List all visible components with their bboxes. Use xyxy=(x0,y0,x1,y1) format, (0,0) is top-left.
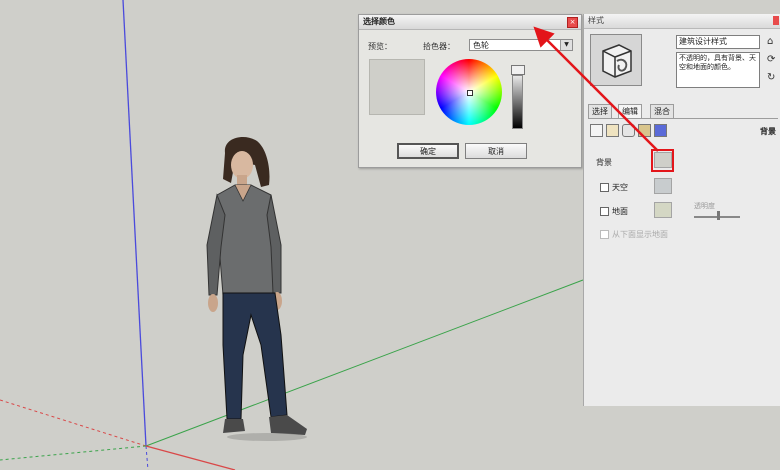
color-picker-dialog[interactable]: 选择颜色 × 预览： 拾色器： 色轮 ▼ 确定 取消 xyxy=(358,14,582,168)
ground-from-below-checkbox[interactable] xyxy=(600,230,609,239)
transparency-label: 透明度 xyxy=(694,202,715,210)
green-axis-dashed xyxy=(0,445,147,461)
refresh-icon[interactable]: ↻ xyxy=(767,72,775,83)
panel-titlebar[interactable]: 样式 xyxy=(584,14,780,29)
value-slider-thumb[interactable] xyxy=(511,65,525,75)
transparency-slider-thumb[interactable] xyxy=(717,211,720,220)
background-label: 背景 xyxy=(596,158,612,167)
face-settings-icon[interactable] xyxy=(606,124,619,137)
sky-label: 天空 xyxy=(612,183,628,192)
watermark-settings-icon[interactable] xyxy=(638,124,651,137)
style-description-field[interactable]: 不透明的，具有背景、天空和地面的颜色。 xyxy=(676,52,760,88)
dialog-title: 选择颜色 xyxy=(363,17,395,26)
section-title: 背景 xyxy=(760,127,776,136)
red-axis xyxy=(145,445,236,470)
chevron-down-icon[interactable]: ▼ xyxy=(560,40,572,50)
ground-checkbox[interactable] xyxy=(600,207,609,216)
person-figure xyxy=(206,137,307,441)
color-wheel[interactable] xyxy=(436,59,502,125)
update-icon[interactable]: ⟳ xyxy=(767,54,775,65)
tab-divider xyxy=(588,118,778,119)
dialog-titlebar[interactable]: 选择颜色 × xyxy=(359,15,581,30)
blue-axis-dashed xyxy=(145,445,149,470)
home-icon[interactable]: ⌂ xyxy=(767,36,773,47)
highlight-box xyxy=(651,149,674,172)
color-wheel-cursor[interactable] xyxy=(467,90,473,96)
edge-settings-icon[interactable] xyxy=(590,124,603,137)
style-name-field[interactable]: 建筑设计样式 xyxy=(676,35,760,49)
background-settings-icon[interactable] xyxy=(622,124,635,137)
red-axis-dashed xyxy=(0,399,147,447)
sky-color-swatch[interactable] xyxy=(654,178,672,194)
modeling-settings-icon[interactable] xyxy=(654,124,667,137)
panel-title: 样式 xyxy=(588,16,604,25)
picker-select-value: 色轮 xyxy=(473,41,489,50)
picker-label: 拾色器： xyxy=(423,42,455,51)
sky-checkbox[interactable] xyxy=(600,183,609,192)
ground-color-swatch[interactable] xyxy=(654,202,672,218)
ground-label: 地面 xyxy=(612,207,628,216)
picker-select[interactable]: 色轮 ▼ xyxy=(469,39,573,51)
dialog-close-button[interactable]: × xyxy=(567,17,578,28)
value-slider[interactable] xyxy=(512,75,523,129)
color-preview-swatch xyxy=(369,59,425,115)
blue-axis xyxy=(122,0,147,447)
style-thumbnail[interactable] xyxy=(590,34,642,86)
tab-edit[interactable]: 编辑 xyxy=(618,104,642,118)
ok-button[interactable]: 确定 xyxy=(397,143,459,159)
panel-close-button[interactable] xyxy=(773,16,779,25)
tab-mix[interactable]: 混合 xyxy=(650,104,674,118)
cancel-button[interactable]: 取消 xyxy=(465,143,527,159)
cube-icon xyxy=(591,35,641,85)
ground-from-below-label: 从下面显示地面 xyxy=(612,230,668,239)
preview-label: 预览： xyxy=(368,42,392,51)
styles-panel[interactable]: 样式 建筑设计样式 不透明的，具有背景、天空和地面的颜色。 ⌂ ⟳ ↻ 选择 编… xyxy=(583,14,780,406)
tab-select[interactable]: 选择 xyxy=(588,104,612,118)
